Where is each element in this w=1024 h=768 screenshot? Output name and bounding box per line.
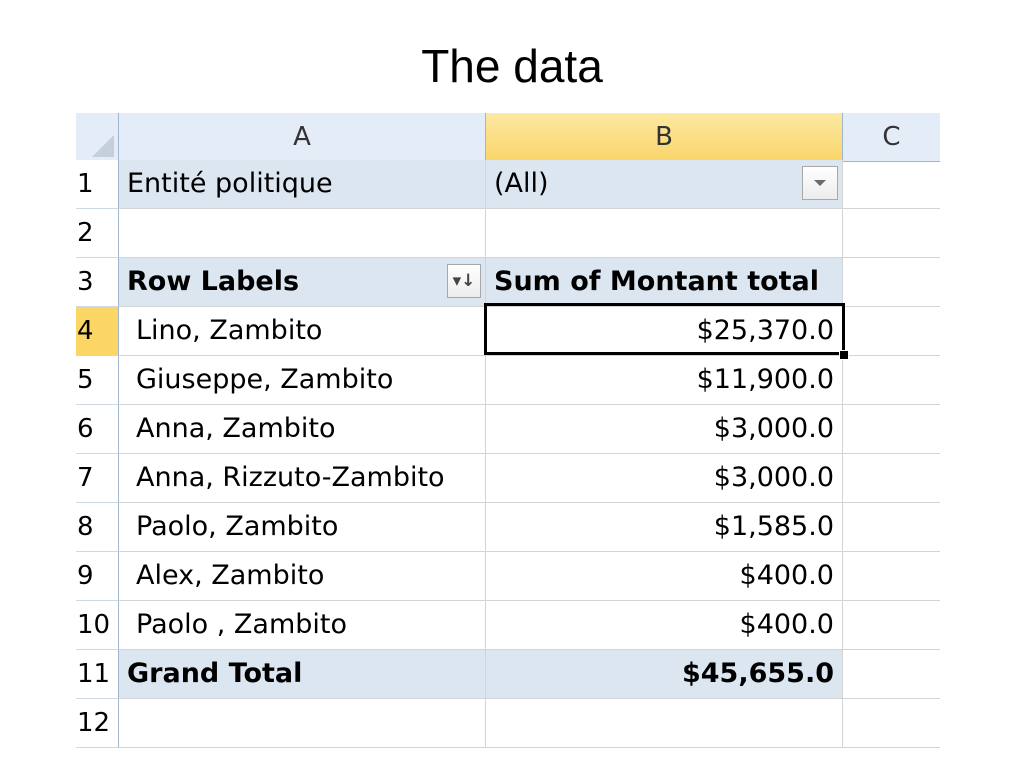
sum-header-cell[interactable]: Sum of Montant total [486, 258, 843, 307]
value-cell[interactable]: $3,000.0 [486, 454, 843, 503]
table-row: 4 Lino, Zambito $25,370.0 [76, 307, 940, 356]
filter-value-cell[interactable]: (All) [486, 160, 843, 209]
row-header[interactable]: 2 [76, 209, 119, 258]
row-header[interactable]: 6 [76, 405, 119, 454]
value-cell[interactable]: $400.0 [486, 601, 843, 650]
slide-title: The data [421, 40, 603, 92]
cell-c11[interactable] [843, 650, 940, 699]
column-header-row: A B C [76, 113, 940, 162]
row-header[interactable]: 5 [76, 356, 119, 405]
cell-c12[interactable] [843, 699, 940, 748]
chevron-down-icon [814, 180, 826, 186]
select-all-corner[interactable] [76, 113, 119, 162]
row-header[interactable]: 11 [76, 650, 119, 699]
table-row: 10 Paolo , Zambito $400.0 [76, 601, 940, 650]
column-header-b[interactable]: B [486, 113, 843, 162]
sheet-row-3: 3 Row Labels ▾↓ Sum of Montant total [76, 258, 940, 307]
grand-total-value[interactable]: $45,655.0 [486, 650, 843, 699]
cell-b2[interactable] [486, 209, 843, 258]
cell-c[interactable] [843, 356, 940, 405]
row-header[interactable]: 1 [76, 160, 119, 209]
row-labels-header: Row Labels [127, 266, 300, 297]
row-label-cell[interactable]: Anna, Rizzuto-Zambito [119, 454, 486, 503]
row-label-cell[interactable]: Paolo, Zambito [119, 503, 486, 552]
table-row: 5 Giuseppe, Zambito $11,900.0 [76, 356, 940, 405]
sheet-row-1: 1 Entité politique (All) [76, 160, 940, 209]
cell-c[interactable] [843, 552, 940, 601]
filter-label-cell[interactable]: Entité politique [119, 160, 486, 209]
row-label-cell[interactable]: Anna, Zambito [119, 405, 486, 454]
value-cell[interactable]: $25,370.0 [486, 307, 843, 356]
cell-c[interactable] [843, 307, 940, 356]
row-header[interactable]: 7 [76, 454, 119, 503]
column-header-c[interactable]: C [843, 113, 940, 162]
cell-a2[interactable] [119, 209, 486, 258]
cell-c[interactable] [843, 405, 940, 454]
row-labels-header-cell[interactable]: Row Labels ▾↓ [119, 258, 486, 307]
sheet-row-12: 12 [76, 699, 940, 748]
cell-c[interactable] [843, 454, 940, 503]
table-row: 7 Anna, Rizzuto-Zambito $3,000.0 [76, 454, 940, 503]
row-label-cell[interactable]: Giuseppe, Zambito [119, 356, 486, 405]
value-cell[interactable]: $400.0 [486, 552, 843, 601]
row-label-cell[interactable]: Alex, Zambito [119, 552, 486, 601]
value-cell[interactable]: $1,585.0 [486, 503, 843, 552]
row-header[interactable]: 10 [76, 601, 119, 650]
sort-filter-icon[interactable]: ▾↓ [447, 264, 481, 298]
table-row: 8 Paolo, Zambito $1,585.0 [76, 503, 940, 552]
column-header-a[interactable]: A [119, 113, 486, 162]
row-header[interactable]: 4 [76, 307, 119, 356]
fill-handle[interactable] [839, 350, 849, 360]
row-header[interactable]: 3 [76, 258, 119, 307]
cell-b12[interactable] [486, 699, 843, 748]
cell-c[interactable] [843, 503, 940, 552]
grand-total-row: 11 Grand Total $45,655.0 [76, 650, 940, 699]
value-cell[interactable]: $11,900.0 [486, 356, 843, 405]
row-label-cell[interactable]: Paolo , Zambito [119, 601, 486, 650]
cell-c1[interactable] [843, 160, 940, 209]
sheet-row-2: 2 [76, 209, 940, 258]
cell-c[interactable] [843, 601, 940, 650]
table-row: 6 Anna, Zambito $3,000.0 [76, 405, 940, 454]
cell-a12[interactable] [119, 699, 486, 748]
grand-total-label[interactable]: Grand Total [119, 650, 486, 699]
row-header[interactable]: 9 [76, 552, 119, 601]
cell-c3[interactable] [843, 258, 940, 307]
filter-dropdown-button[interactable] [802, 166, 838, 200]
value-cell[interactable]: $3,000.0 [486, 405, 843, 454]
filter-value: (All) [494, 168, 549, 199]
row-header[interactable]: 8 [76, 503, 119, 552]
slide: The data A B C 1 Entité politique (All) [0, 0, 1024, 768]
table-row: 9 Alex, Zambito $400.0 [76, 552, 940, 601]
cell-c2[interactable] [843, 209, 940, 258]
row-label-cell[interactable]: Lino, Zambito [119, 307, 486, 356]
row-header[interactable]: 12 [76, 699, 119, 748]
select-all-icon [92, 135, 114, 157]
spreadsheet-grid: A B C 1 Entité politique (All) 2 3 Row L… [76, 113, 940, 758]
